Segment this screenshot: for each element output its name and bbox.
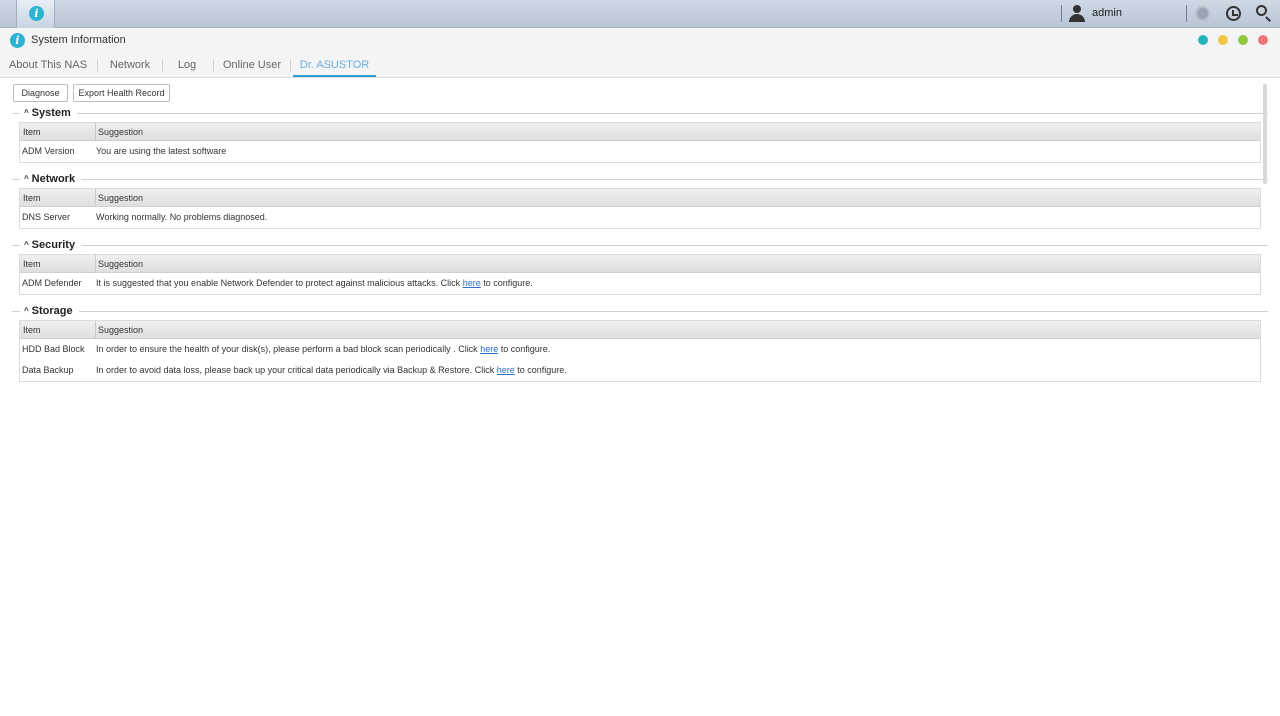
tab-network[interactable]: Network — [100, 52, 160, 78]
column-header-suggestion[interactable]: Suggestion — [98, 189, 143, 207]
user-name[interactable]: admin — [1092, 7, 1122, 19]
tab-divider — [213, 59, 214, 72]
info-icon: i — [10, 33, 25, 48]
configure-link[interactable]: here — [480, 344, 498, 354]
tab-about-this-nas[interactable]: About This NAS — [8, 52, 88, 78]
column-header-suggestion[interactable]: Suggestion — [98, 321, 143, 339]
table-row[interactable]: ADM Defender It is suggested that you en… — [20, 273, 1260, 294]
collapse-caret-icon[interactable]: ^ — [24, 238, 29, 252]
security-table: Item Suggestion ADM Defender It is sugge… — [19, 254, 1261, 295]
power-icon[interactable] — [1226, 6, 1241, 21]
collapse-caret-icon[interactable]: ^ — [24, 106, 29, 120]
table-row[interactable]: ADM Version You are using the latest sof… — [20, 141, 1260, 162]
row-item: ADM Version — [22, 146, 75, 156]
table-row[interactable]: DNS Server Working normally. No problems… — [20, 207, 1260, 228]
section-header-security[interactable]: ^ Security — [12, 238, 1268, 252]
section-title: Security — [31, 239, 76, 251]
taskbar-divider — [1186, 5, 1187, 22]
row-suggestion: In order to avoid data loss, please back… — [96, 365, 567, 375]
storage-table: Item Suggestion HDD Bad Block In order t… — [19, 320, 1261, 382]
active-tab-indicator — [293, 75, 376, 77]
tab-online-user[interactable]: Online User — [220, 52, 284, 78]
configure-link[interactable]: here — [497, 365, 515, 375]
info-icon: i — [29, 6, 44, 21]
section-title: Network — [31, 173, 76, 185]
row-suggestion: You are using the latest software — [96, 146, 227, 156]
tab-log[interactable]: Log — [165, 52, 209, 78]
search-icon[interactable] — [1256, 5, 1272, 22]
column-header-suggestion[interactable]: Suggestion — [98, 123, 143, 141]
taskbar-divider — [1061, 5, 1062, 22]
row-suggestion: It is suggested that you enable Network … — [96, 278, 533, 288]
table-row[interactable]: Data Backup In order to avoid data loss,… — [20, 360, 1260, 381]
export-health-record-button[interactable]: Export Health Record — [73, 84, 170, 102]
window-maximize-button[interactable] — [1238, 35, 1248, 45]
row-suggestion: In order to ensure the health of your di… — [96, 344, 551, 354]
tab-divider — [290, 59, 291, 72]
row-suggestion: Working normally. No problems diagnosed. — [96, 212, 268, 222]
tab-bar: About This NAS Network Log Online User D… — [0, 52, 1280, 78]
column-header-item[interactable]: Item — [23, 189, 41, 207]
notification-icon[interactable] — [1195, 6, 1210, 21]
user-icon[interactable] — [1069, 5, 1085, 22]
column-header-item[interactable]: Item — [23, 255, 41, 273]
table-header: Item Suggestion — [20, 255, 1260, 273]
window-title: System Information — [31, 34, 126, 46]
column-header-item[interactable]: Item — [23, 321, 41, 339]
collapse-caret-icon[interactable]: ^ — [24, 304, 29, 318]
section-title: System — [31, 107, 71, 119]
taskbar: i admin — [0, 0, 1280, 28]
column-header-item[interactable]: Item — [23, 123, 41, 141]
network-table: Item Suggestion DNS Server Working norma… — [19, 188, 1261, 229]
diagnose-button[interactable]: Diagnose — [13, 84, 68, 102]
table-row[interactable]: HDD Bad Block In order to ensure the hea… — [20, 339, 1260, 360]
tab-divider — [97, 59, 98, 72]
row-item: ADM Defender — [22, 278, 82, 288]
tab-divider — [162, 59, 163, 72]
table-header: Item Suggestion — [20, 189, 1260, 207]
section-header-storage[interactable]: ^ Storage — [12, 304, 1268, 318]
configure-link[interactable]: here — [463, 278, 481, 288]
section-header-system[interactable]: ^ System — [12, 106, 1268, 120]
vertical-scrollbar[interactable] — [1263, 84, 1267, 184]
row-item: HDD Bad Block — [22, 344, 85, 354]
window-help-button[interactable] — [1198, 35, 1208, 45]
system-table: Item Suggestion ADM Version You are usin… — [19, 122, 1261, 163]
collapse-caret-icon[interactable]: ^ — [24, 172, 29, 186]
window-titlebar[interactable]: i System Information — [0, 28, 1280, 52]
table-header: Item Suggestion — [20, 123, 1260, 141]
taskbar-app-system-information[interactable]: i — [16, 0, 55, 28]
section-header-network[interactable]: ^ Network — [12, 172, 1268, 186]
column-header-suggestion[interactable]: Suggestion — [98, 255, 143, 273]
row-item: Data Backup — [22, 365, 74, 375]
window-close-button[interactable] — [1258, 35, 1268, 45]
table-header: Item Suggestion — [20, 321, 1260, 339]
row-item: DNS Server — [22, 212, 71, 222]
section-title: Storage — [31, 305, 73, 317]
window-minimize-button[interactable] — [1218, 35, 1228, 45]
